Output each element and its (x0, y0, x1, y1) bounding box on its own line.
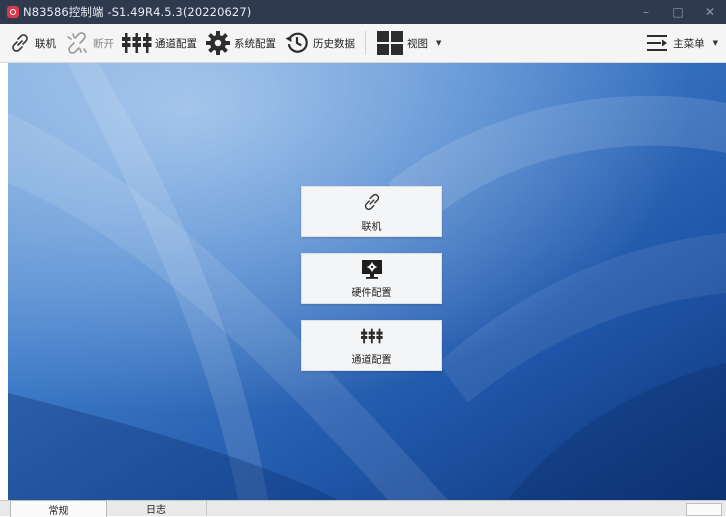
history-button[interactable]: 历史数据 (280, 28, 359, 58)
system-config-button[interactable]: 系统配置 (201, 28, 280, 58)
window-title: N83586控制端 -S1.49R4.5.3(20220627) (23, 5, 252, 19)
system-config-label: 系统配置 (234, 37, 276, 50)
hardware-config-tile[interactable]: 硬件配置 (301, 253, 442, 304)
history-label: 历史数据 (313, 37, 355, 50)
monitor-gear-icon (361, 259, 382, 279)
view-menu-button[interactable]: 视图 ▼ (372, 28, 445, 58)
toolbar-separator (365, 31, 366, 55)
menu-icon (647, 35, 668, 51)
channel-config-tile-label: 通道配置 (351, 354, 392, 366)
minimize-button[interactable]: – (630, 0, 662, 24)
history-icon (285, 32, 308, 53)
window-controls: – □ ✕ (630, 0, 726, 24)
channel-config-tile[interactable]: 通道配置 (301, 320, 442, 371)
main-menu-label: 主菜单 (673, 37, 705, 50)
channel-plugs-icon (360, 328, 383, 343)
connect-button[interactable]: 联机 (4, 28, 60, 58)
channel-plugs-icon (122, 33, 152, 53)
tab-log[interactable]: 日志 (106, 501, 207, 516)
channel-config-label: 通道配置 (155, 37, 197, 50)
grid-view-icon (377, 31, 403, 55)
link-icon (12, 34, 28, 52)
channel-config-button[interactable]: 通道配置 (118, 28, 201, 58)
workspace-area: 联机 硬件配置 通道配置 (8, 63, 726, 500)
connect-tile[interactable]: 联机 (301, 186, 442, 237)
close-button[interactable]: ✕ (694, 0, 726, 24)
main-menu-button[interactable]: 主菜单 ▼ (642, 28, 722, 58)
connect-label: 联机 (35, 37, 56, 50)
disconnect-button[interactable]: 断开 (60, 28, 118, 58)
view-label: 视图 (407, 37, 428, 50)
gear-icon (206, 31, 230, 55)
bottom-tab-bar: 常规 日志 (0, 500, 726, 517)
app-logo-icon (7, 6, 19, 18)
maximize-button[interactable]: □ (662, 0, 694, 24)
app-window: N83586控制端 -S1.49R4.5.3(20220627) – □ ✕ 联… (0, 0, 726, 517)
chevron-down-icon: ▼ (436, 39, 442, 47)
hardware-config-tile-label: 硬件配置 (351, 287, 392, 299)
title-bar[interactable]: N83586控制端 -S1.49R4.5.3(20220627) – □ ✕ (0, 0, 726, 24)
status-indicator (686, 503, 722, 516)
disconnect-label: 断开 (93, 37, 114, 50)
tab-general[interactable]: 常规 (10, 500, 107, 517)
link-icon (364, 193, 379, 210)
broken-link-icon (67, 32, 87, 54)
connect-tile-label: 联机 (361, 221, 382, 233)
main-toolbar: 联机 断开 通道配置 系统配置 历史数据 视图 ▼ 主菜单 ▼ (0, 24, 726, 63)
chevron-down-icon: ▼ (712, 39, 718, 47)
